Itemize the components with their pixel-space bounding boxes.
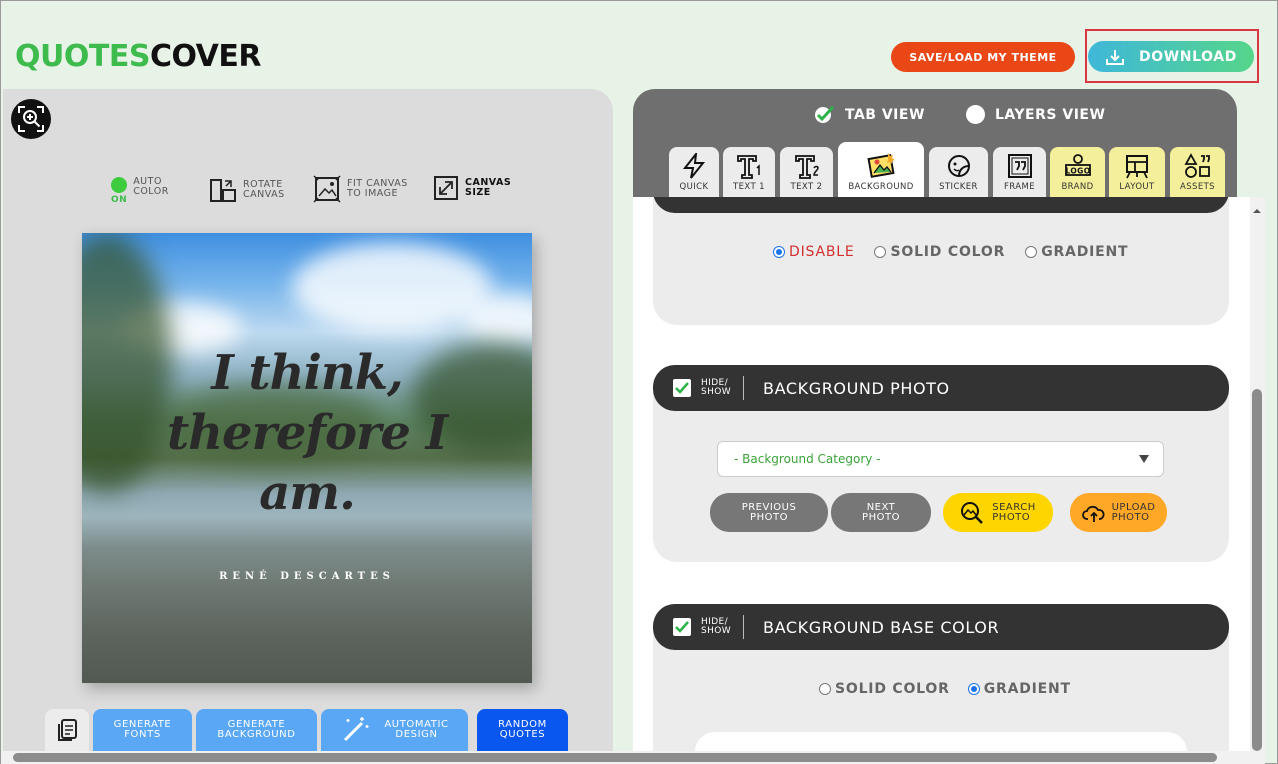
fill-options: DISABLE SOLID COLOR GRADIENT [773,244,1128,260]
background-base-color-header: HIDE/SHOW BACKGROUND BASE COLOR [653,604,1229,650]
logo-icon: LOGO [1064,154,1091,176]
disable-radio[interactable]: DISABLE [773,244,854,260]
tab-background[interactable]: BACKGROUND [838,142,924,197]
solid-color-radio[interactable]: SOLID COLOR [874,244,1005,260]
automatic-design-button[interactable]: AUTOMATIC DESIGN [321,709,468,751]
hide-show-label: HIDE/SHOW [701,378,732,397]
tab-brand[interactable]: LOGO BRAND [1050,147,1105,197]
horizontal-scroll-thumb[interactable] [13,753,1217,762]
fit-canvas-button[interactable]: FIT CANVAS TO IMAGE [313,175,408,203]
tab-text-2[interactable]: TEXT 2 [780,147,833,197]
svg-text:LOGO: LOGO [1065,167,1090,176]
gradient-editor[interactable] [695,732,1187,753]
section-title: BACKGROUND PHOTO [763,378,950,398]
tab-frame[interactable]: FRAME [993,147,1046,197]
hide-show-checkbox[interactable] [673,379,691,397]
gradient-radio[interactable]: GRADIENT [1025,244,1128,260]
auto-color-toggle[interactable]: ON AUTO COLOR [111,177,169,206]
tab-sticker[interactable]: STICKER [929,147,988,197]
generate-background-button[interactable]: GENERATE BACKGROUND [196,709,317,751]
text-1-icon [737,155,760,179]
design-canvas[interactable]: I think, therefore I am. RENÉ DESCARTES [82,233,532,683]
author-text[interactable]: RENÉ DESCARTES [82,571,532,582]
zoom-in-icon [18,106,44,132]
copy-icon [58,719,77,741]
dropdown-arrow-icon [1139,455,1149,463]
solid-color-radio[interactable]: SOLID COLOR [819,681,950,697]
tab-view-option[interactable]: TAB VIEW [813,105,925,125]
hide-show-checkbox[interactable] [673,618,691,636]
random-quotes-button[interactable]: RANDOM QUOTES [477,709,568,751]
background-photo-header: HIDE/SHOW BACKGROUND PHOTO [653,365,1229,411]
quote-text[interactable]: I think, therefore I am. [82,343,532,523]
previous-photo-button[interactable]: PREVIOUS PHOTO [710,493,828,532]
layers-view-option[interactable]: LAYERS VIEW [966,105,1105,124]
tab-assets[interactable]: ASSETS [1170,147,1225,197]
radio-empty-icon [966,105,985,124]
fit-image-icon [313,175,341,203]
zoom-button[interactable] [11,99,51,139]
toggle-on-icon [111,177,128,193]
next-photo-button[interactable]: NEXT PHOTO [831,493,931,532]
scroll-up-icon[interactable] [1252,201,1262,213]
background-category-select[interactable]: - Background Category - [717,441,1164,477]
layout-icon [1126,155,1148,179]
generate-fonts-button[interactable]: GENERATE FONTS [93,709,192,751]
fill-section [653,197,1229,325]
section-title: BACKGROUND BASE COLOR [763,617,1000,637]
copy-button[interactable] [45,709,89,751]
magic-wand-icon [344,717,369,742]
settings-content: DISABLE SOLID COLOR GRADIENT HIDE/SHOW B… [633,197,1263,753]
tab-layout[interactable]: LAYOUT [1109,147,1165,197]
search-photo-icon [961,501,984,524]
image-icon [867,153,895,178]
checkmark-icon [815,105,835,123]
fill-section-header [653,197,1229,213]
vertical-scroll-thumb[interactable] [1252,389,1262,751]
text-2-icon [794,155,819,179]
download-icon [1106,49,1125,65]
tab-quick[interactable]: QUICK [669,147,719,197]
frame-icon [1007,154,1032,178]
base-color-options: SOLID COLOR GRADIENT [819,681,1071,697]
save-load-theme-button[interactable]: SAVE/LOAD MY THEME [891,42,1075,72]
cloud-upload-icon [1081,505,1105,522]
check-icon [675,621,689,633]
check-icon [675,382,689,394]
app-logo[interactable]: QUOTESCOVER [15,39,261,75]
rotate-canvas-button[interactable]: ROTATE CANVAS [209,177,285,203]
lightning-icon [682,153,706,179]
download-button[interactable]: DOWNLOAD [1088,41,1254,72]
assets-icon [1183,153,1210,178]
canvas-size-button[interactable]: CANVAS SIZE [433,175,511,201]
tab-text-1[interactable]: TEXT 1 [723,147,775,197]
hide-show-label: HIDE/SHOW [701,617,732,636]
search-photo-button[interactable]: SEARCH PHOTO [943,493,1053,532]
resize-icon [434,176,458,200]
sticker-icon [947,155,970,177]
upload-photo-button[interactable]: UPLOAD PHOTO [1070,493,1167,532]
gradient-radio[interactable]: GRADIENT [967,681,1071,697]
rotate-icon [210,179,236,202]
